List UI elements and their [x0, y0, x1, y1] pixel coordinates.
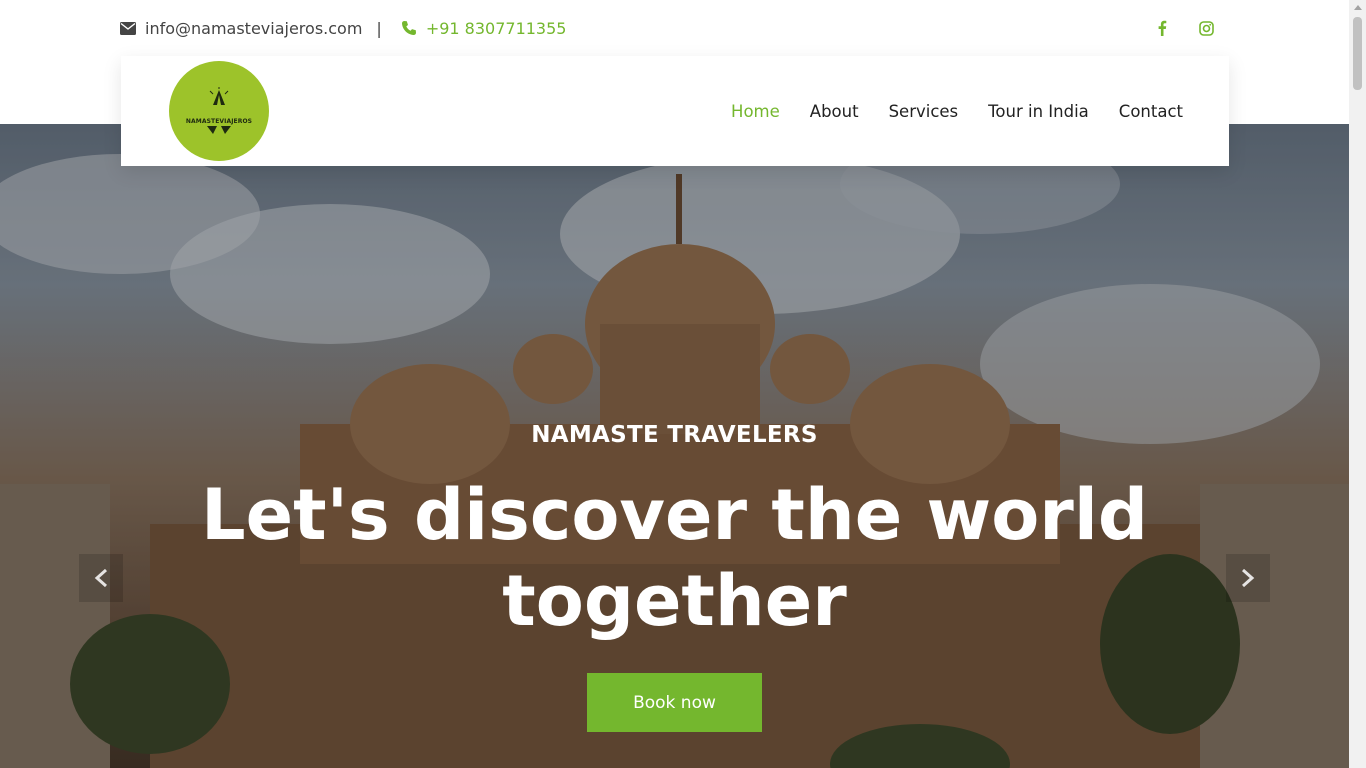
logo-text: NAMASTEVIAJEROS: [185, 118, 253, 125]
scroll-thumb[interactable]: [1353, 17, 1362, 90]
nav-tour-in-india[interactable]: Tour in India: [988, 102, 1089, 121]
facebook-icon[interactable]: [1150, 16, 1174, 40]
carousel-prev-button[interactable]: [79, 554, 123, 602]
navbar: NAMASTEVIAJEROS Home About Services Tour…: [121, 56, 1229, 166]
logo-icon: [209, 87, 229, 105]
chevron-right-icon: [1242, 568, 1255, 588]
hero-headline-line2: together: [502, 560, 847, 642]
envelope-icon: [119, 19, 137, 37]
email-link[interactable]: info@namasteviajeros.com: [145, 19, 362, 38]
hero-headline-line1: Let's discover the world: [201, 474, 1148, 556]
contact-separator: |: [376, 18, 382, 38]
hands-icon: [207, 126, 231, 134]
phone-icon: [400, 19, 418, 37]
scroll-up-arrow[interactable]: [1354, 5, 1362, 10]
nav-home[interactable]: Home: [731, 102, 780, 121]
nav-about[interactable]: About: [810, 102, 859, 121]
contact-info: info@namasteviajeros.com | +91 830771135…: [119, 16, 566, 40]
hero-headline: Let's discover the world together: [0, 472, 1349, 644]
chevron-left-icon: [94, 568, 107, 588]
instagram-icon[interactable]: [1194, 16, 1218, 40]
hero-kicker: NAMASTE TRAVELERS: [531, 422, 818, 448]
carousel-next-button[interactable]: [1226, 554, 1270, 602]
topbar: info@namasteviajeros.com | +91 830771135…: [0, 0, 1349, 56]
hero-content: NAMASTE TRAVELERS Let's discover the wor…: [0, 124, 1349, 768]
page-scrollbar[interactable]: [1349, 0, 1366, 768]
nav-services[interactable]: Services: [889, 102, 959, 121]
phone-link[interactable]: +91 8307711355: [426, 19, 567, 38]
main-nav: Home About Services Tour in India Contac…: [731, 56, 1183, 166]
nav-contact[interactable]: Contact: [1119, 102, 1183, 121]
book-now-button[interactable]: Book now: [587, 673, 762, 732]
brand-logo[interactable]: NAMASTEVIAJEROS: [169, 61, 269, 161]
